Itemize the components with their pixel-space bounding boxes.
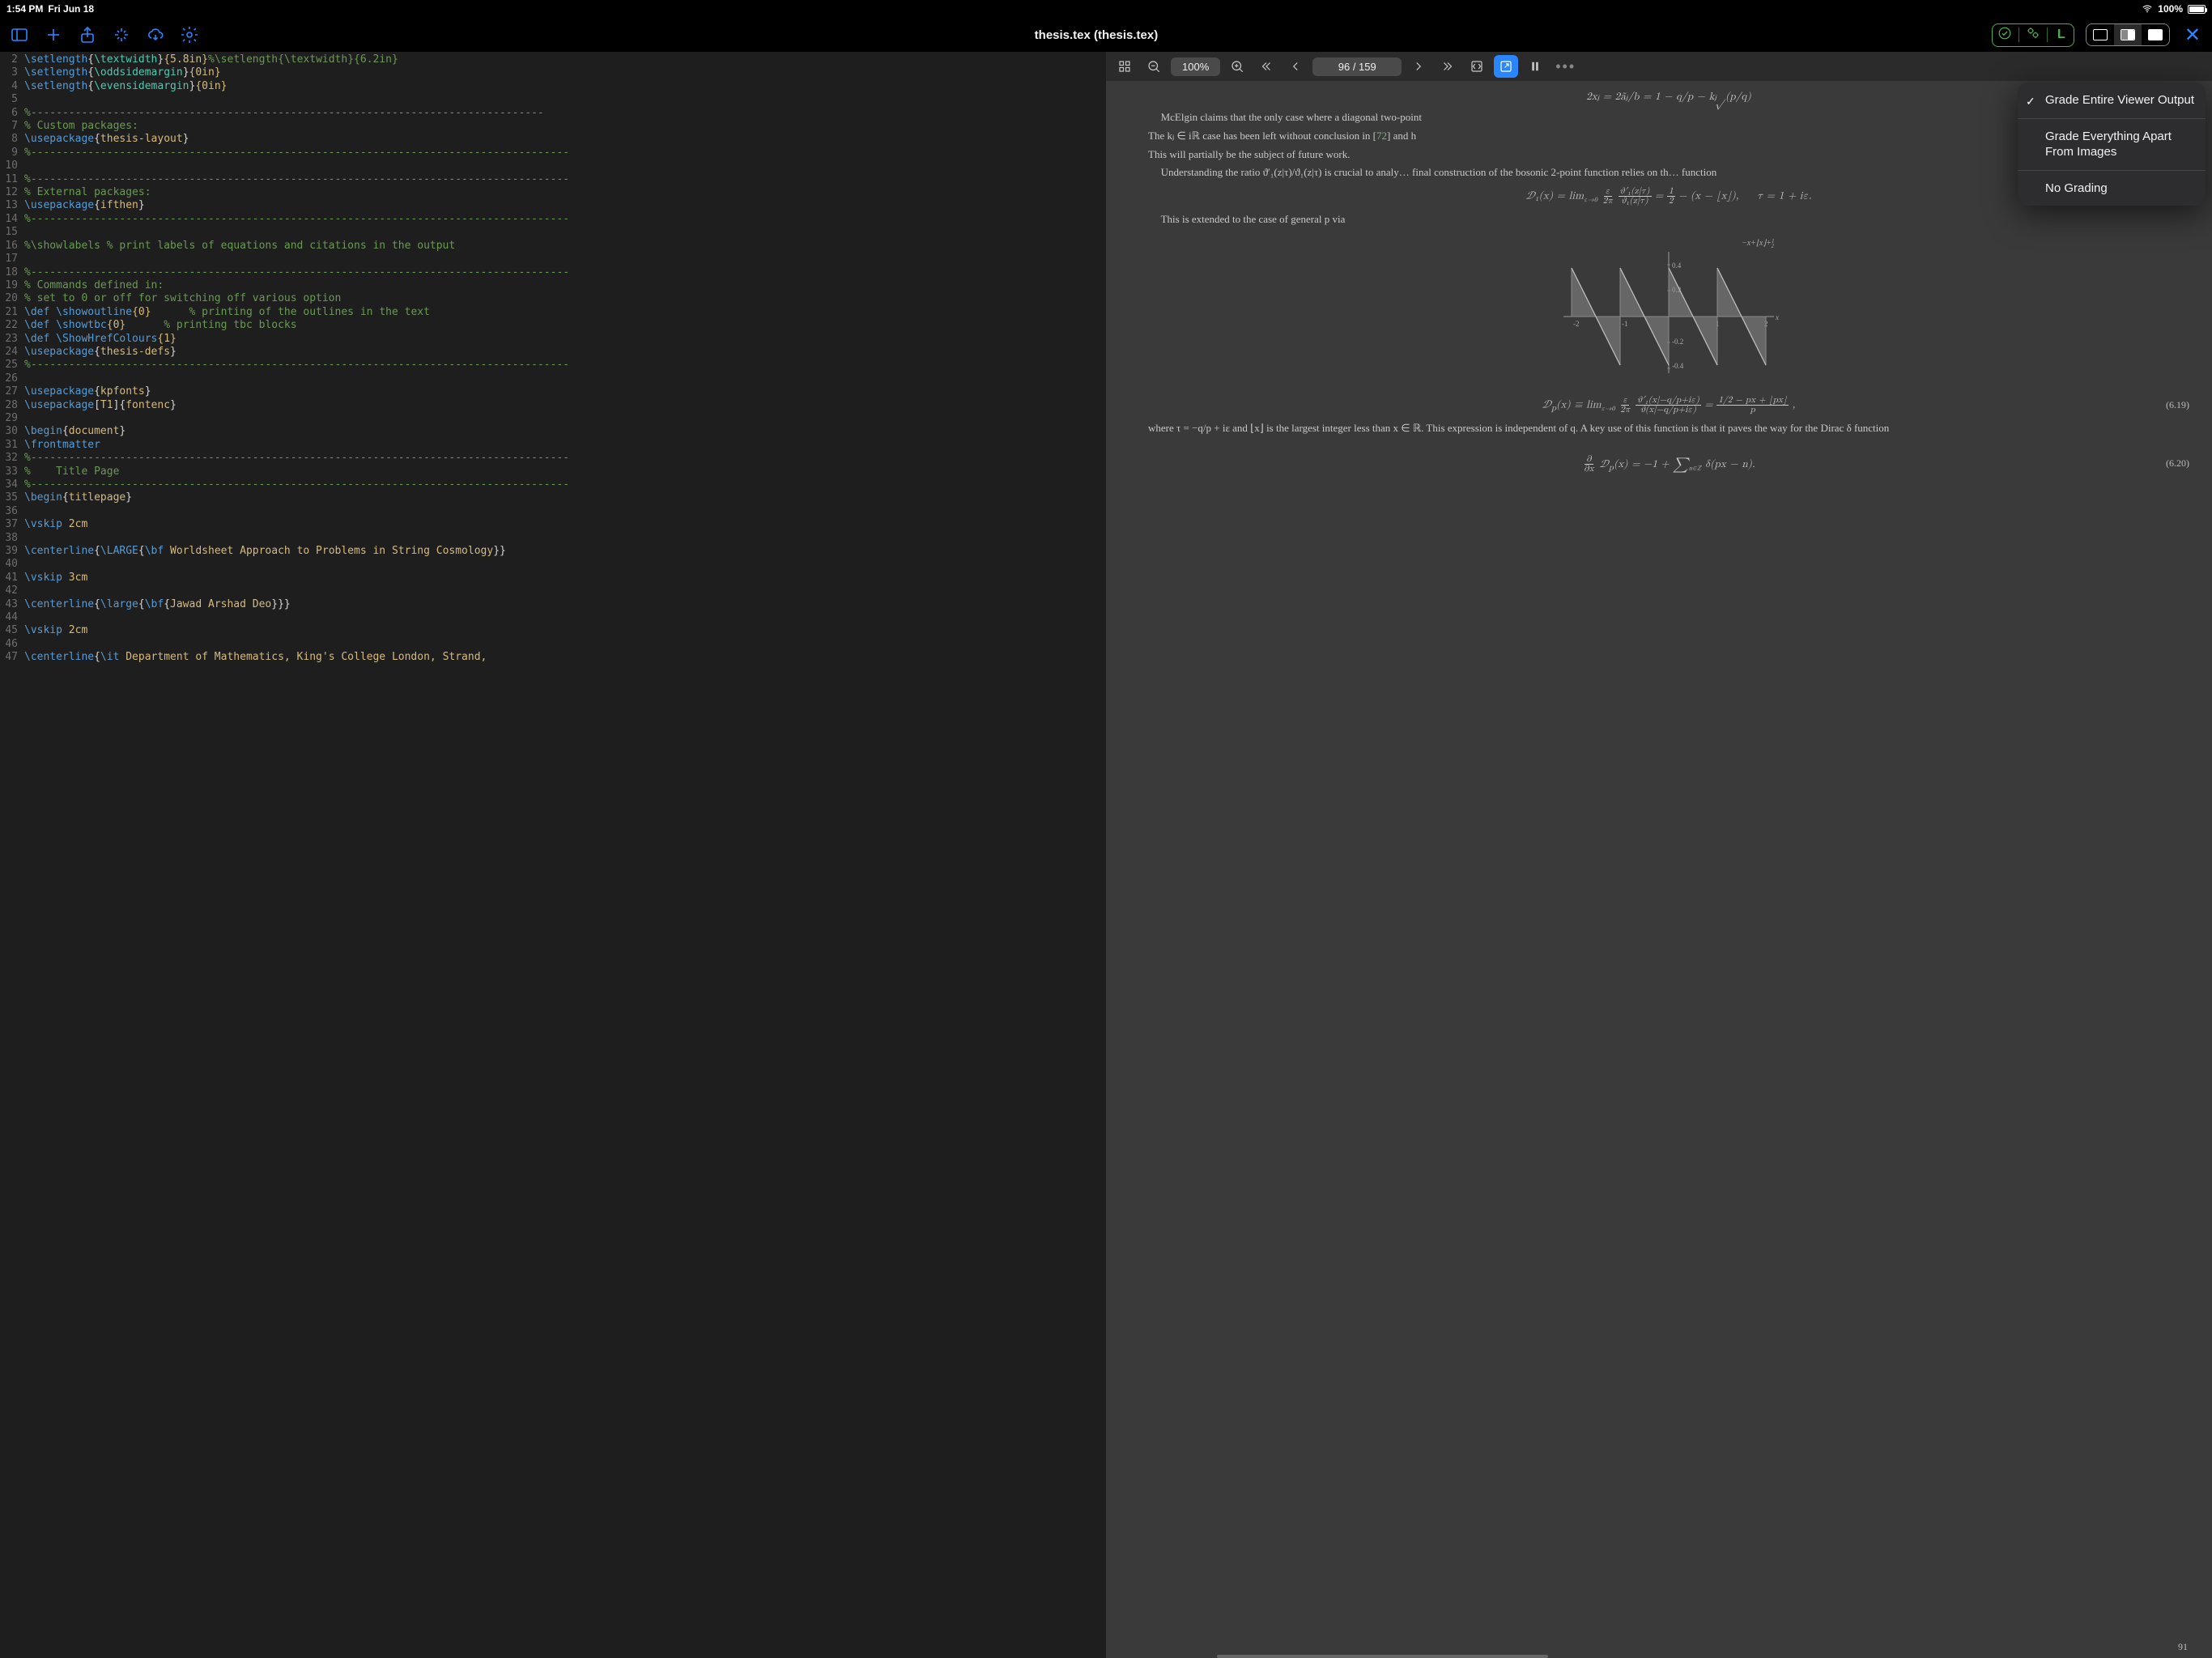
sync-position-icon[interactable] — [1465, 55, 1489, 78]
grading-option[interactable]: Grade Everything Apart From Images — [2018, 119, 2206, 171]
preview-toolbar: 100% 96 / 159 ••• — [1106, 52, 2212, 81]
eqnum-6-20: (6.20) — [2166, 457, 2189, 470]
zoom-level[interactable]: 100% — [1171, 57, 1220, 76]
preview-text: where τ = −q/p + iε and ⌊x⌋ is the large… — [1148, 419, 2189, 438]
page-indicator[interactable]: 96 / 159 — [1312, 57, 1402, 76]
svg-text:-2: -2 — [1573, 320, 1580, 328]
svg-text:-0.4: -0.4 — [1672, 362, 1684, 370]
equation-6-18: 𝒟₁(x) = limε→0 ε2π ϑ′₁(z|τ)ϑ₁(z|τ) = 12 … — [1525, 187, 1811, 206]
status-date: Fri Jun 18 — [48, 3, 94, 15]
preview-text: This will partially be the subject of fu… — [1148, 148, 1350, 160]
check-icon: ✓ — [2026, 94, 2035, 108]
sidebar-toggle-icon[interactable] — [8, 23, 31, 46]
equation-6-20: ∂∂x 𝒟p(x) = −1 + ∑n∈ℤ δ(px − n). — [1582, 454, 1755, 474]
page-number: 91 — [2178, 1641, 2188, 1653]
share-icon[interactable] — [76, 23, 99, 46]
app-toolbar: thesis.tex (thesis.tex) L ✕ — [0, 18, 2212, 52]
zoom-in-icon[interactable] — [1225, 55, 1249, 78]
preview-text: This is extended to the case of general … — [1148, 210, 2189, 229]
external-preview-icon[interactable] — [1494, 55, 1518, 78]
prev-page-icon[interactable] — [1283, 55, 1308, 78]
sawtooth-chart: −x+⌊x⌋+12 x -2-1 12 0.40.2 -0.2-0.4 — [1148, 236, 2189, 381]
horizontal-scrollbar[interactable] — [1217, 1655, 1549, 1658]
grading-option-label: Grade Everything Apart From Images — [2045, 130, 2172, 159]
preview-text: ] and h — [1387, 130, 1416, 142]
build-settings-icon[interactable] — [2026, 26, 2040, 45]
svg-text:0.4: 0.4 — [1672, 261, 1682, 270]
layout-editor-only[interactable] — [2087, 24, 2114, 45]
build-status-group[interactable]: L — [1992, 23, 2074, 47]
svg-text:-0.2: -0.2 — [1672, 338, 1683, 346]
status-time: 1:54 PM — [6, 3, 43, 15]
last-page-icon[interactable] — [1436, 55, 1460, 78]
build-mode-badge[interactable]: L — [2054, 28, 2069, 42]
layout-mode-group[interactable] — [2086, 23, 2170, 46]
code-area[interactable]: \setlength{\textwidth}{5.8in}%\setlength… — [21, 52, 1106, 1658]
wifi-icon — [2142, 3, 2153, 15]
chart-annotation: −x+⌊x⌋+12 — [1742, 238, 1774, 249]
sparkle-icon[interactable] — [110, 23, 133, 46]
battery-icon — [2188, 5, 2206, 14]
svg-text:x: x — [1775, 313, 1779, 321]
svg-text:-1: -1 — [1622, 320, 1628, 328]
status-bar: 1:54 PM Fri Jun 18 100% — [0, 0, 2212, 18]
eqnum-6-19: (6.19) — [2166, 399, 2189, 411]
cloud-sync-icon[interactable] — [144, 23, 167, 46]
pause-icon[interactable] — [1523, 55, 1547, 78]
document-title: thesis.tex (thesis.tex) — [209, 28, 1984, 42]
first-page-icon[interactable] — [1254, 55, 1278, 78]
grading-option-label: No Grading — [2045, 181, 2108, 195]
thumbnails-icon[interactable] — [1112, 55, 1137, 78]
preview-text: McElgin claims that the only case where … — [1161, 111, 1422, 123]
preview-pane: 100% 96 / 159 ••• ✓ Grade Entire Viewer O… — [1106, 52, 2212, 1658]
build-success-icon — [1997, 26, 2012, 45]
editor-pane[interactable]: 2345678910111213141516171819202122232425… — [0, 52, 1106, 1658]
equation-6-17: 2xⱼ = 2ãⱼ/b = 1 − q/p − kⱼ√(p/q) — [1586, 91, 1751, 104]
line-gutter: 2345678910111213141516171819202122232425… — [0, 52, 21, 1658]
grading-option-label: Grade Entire Viewer Output — [2045, 93, 2194, 107]
grading-option[interactable]: ✓ Grade Entire Viewer Output — [2018, 83, 2206, 119]
next-page-icon[interactable] — [1406, 55, 1431, 78]
status-battery-pct: 100% — [2158, 3, 2183, 15]
close-icon[interactable]: ✕ — [2181, 23, 2204, 47]
grading-option[interactable]: No Grading — [2018, 171, 2206, 206]
more-menu-icon[interactable]: ••• — [1552, 58, 1579, 75]
add-icon[interactable] — [42, 23, 65, 46]
grading-popup: ✓ Grade Entire Viewer Output Grade Everyth… — [2018, 83, 2206, 206]
layout-preview-only[interactable] — [2142, 24, 2169, 45]
equation-6-19: 𝒟p(x) ≡ limε→0 ε2π ϑ′₁(x|−q/p+iε)ϑ(x|−q/… — [1542, 396, 1795, 414]
layout-split[interactable] — [2114, 24, 2142, 45]
zoom-out-icon[interactable] — [1142, 55, 1166, 78]
citation-link[interactable]: 72 — [1376, 130, 1387, 142]
preview-body[interactable]: 2xⱼ = 2ãⱼ/b = 1 − q/p − kⱼ√(p/q)(6.17) M… — [1106, 81, 2212, 1658]
preview-text: The kⱼ ∈ iℝ case has been left without c… — [1148, 130, 1376, 142]
gear-icon[interactable] — [178, 23, 201, 46]
